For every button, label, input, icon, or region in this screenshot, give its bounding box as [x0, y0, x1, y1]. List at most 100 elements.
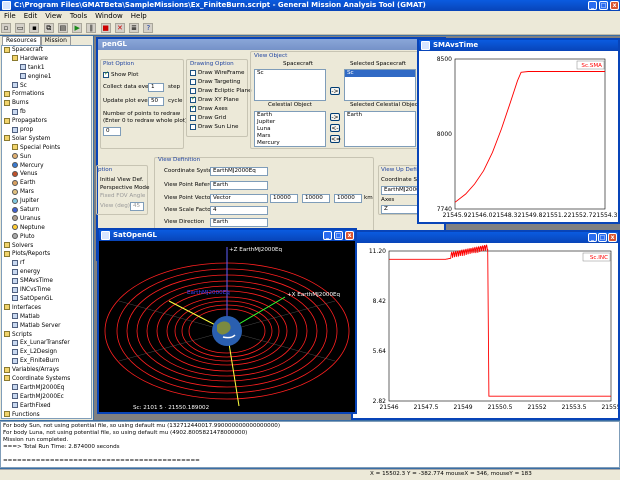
list-item[interactable]: Earth: [345, 112, 415, 119]
view-ref-select[interactable]: Earth: [210, 181, 268, 190]
tree-item[interactable]: Interfaces: [2, 304, 91, 313]
script-icon[interactable]: ≣: [129, 23, 140, 33]
close-button[interactable]: x: [610, 1, 619, 10]
draw-option-checkbox[interactable]: [190, 88, 196, 94]
tree-item[interactable]: Solar System: [2, 135, 91, 144]
tree-item[interactable]: Ex_L2Design: [2, 348, 91, 357]
tree-item[interactable]: Mars: [2, 188, 91, 197]
tree-item[interactable]: Earth: [2, 179, 91, 188]
show-plot-checkbox[interactable]: [103, 70, 109, 78]
tree-item[interactable]: EarthMJ2000Ec: [2, 393, 91, 402]
help-icon[interactable]: ?: [143, 23, 154, 33]
list-item[interactable]: Jupiter: [255, 119, 325, 126]
menu-window[interactable]: Window: [91, 12, 127, 20]
direction-select[interactable]: Earth: [210, 218, 268, 227]
menu-file[interactable]: File: [0, 12, 20, 20]
paste-icon[interactable]: ▤: [57, 23, 68, 33]
tree-item[interactable]: Sun: [2, 153, 91, 162]
gl-maximize-button[interactable]: □: [334, 231, 343, 240]
tree-item[interactable]: Solvers: [2, 242, 91, 251]
tree-item[interactable]: Coordinate Systems: [2, 375, 91, 384]
stop-icon[interactable]: ■: [100, 23, 111, 33]
draw-option-checkbox[interactable]: [190, 124, 196, 130]
tree-item[interactable]: SMAvsTime: [2, 277, 91, 286]
tree-item[interactable]: Sc: [2, 82, 91, 91]
inc-minimize-button[interactable]: _: [588, 233, 597, 242]
tree-item[interactable]: Plots/Reports: [2, 250, 91, 259]
tree-item[interactable]: EarthFixed: [2, 402, 91, 411]
copy-icon[interactable]: ⧉: [43, 23, 54, 33]
tree-item[interactable]: Saturn: [2, 206, 91, 215]
menu-edit[interactable]: Edit: [20, 12, 42, 20]
tree-item[interactable]: Spacecraft: [2, 46, 91, 55]
open-icon[interactable]: ▭: [15, 23, 26, 33]
tree-item[interactable]: INCvsTime: [2, 286, 91, 295]
tree-item[interactable]: SatOpenGL: [2, 295, 91, 304]
vec-z-input[interactable]: 10000: [334, 194, 362, 203]
remove-all-co-button[interactable]: <=: [330, 135, 341, 143]
draw-option-checkbox[interactable]: [190, 70, 196, 76]
tree-item[interactable]: Matlab Server: [2, 322, 91, 331]
move-right-co-button[interactable]: ->: [330, 113, 340, 121]
draw-option-checkbox[interactable]: [190, 115, 196, 121]
minimize-button[interactable]: _: [588, 1, 597, 10]
vec-y-input[interactable]: 10000: [302, 194, 330, 203]
new-icon[interactable]: ▫: [1, 23, 11, 33]
gl-minimize-button[interactable]: _: [323, 231, 332, 240]
tree-item[interactable]: prop: [2, 126, 91, 135]
list-item[interactable]: Sc: [255, 70, 325, 77]
close-all-icon[interactable]: ✕: [114, 23, 125, 33]
tree-item[interactable]: Burns: [2, 99, 91, 108]
tab-resources[interactable]: Resources: [2, 36, 41, 45]
fov-input[interactable]: 45: [130, 202, 144, 211]
tree-item[interactable]: Pluto: [2, 233, 91, 242]
move-right-button[interactable]: ->: [330, 87, 340, 95]
collect-input[interactable]: 1: [148, 83, 164, 92]
menu-help[interactable]: Help: [127, 12, 151, 20]
orbit-view[interactable]: [99, 241, 355, 412]
tree-item[interactable]: Jupiter: [2, 197, 91, 206]
tree-item[interactable]: engine1: [2, 73, 91, 82]
tree-item[interactable]: Variables/Arrays: [2, 366, 91, 375]
vec-x-input[interactable]: 10000: [270, 194, 298, 203]
tree-item[interactable]: Formations: [2, 90, 91, 99]
tree-item[interactable]: energy: [2, 268, 91, 277]
tree-item[interactable]: Ex_FiniteBurn: [2, 357, 91, 366]
tree-item[interactable]: Special Points: [2, 144, 91, 153]
selected-celestial-list[interactable]: Earth: [344, 111, 416, 147]
celestial-list[interactable]: Earth Jupiter Luna Mars Mercury: [254, 111, 326, 147]
inc-close-button[interactable]: x: [608, 233, 617, 242]
redraw-input[interactable]: 0: [103, 127, 121, 136]
menu-view[interactable]: View: [41, 12, 66, 20]
tree-item[interactable]: Scripts: [2, 331, 91, 340]
tree-item[interactable]: Venus: [2, 170, 91, 179]
list-item[interactable]: Luna: [255, 126, 325, 133]
menu-tools[interactable]: Tools: [66, 12, 91, 20]
tree-item[interactable]: fb: [2, 108, 91, 117]
list-item[interactable]: Mars: [255, 133, 325, 140]
save-icon[interactable]: ▪: [29, 23, 40, 33]
coord-system-select[interactable]: EarthMJ2000Eq: [210, 167, 268, 176]
pause-icon[interactable]: ∥: [86, 23, 97, 33]
tree-item[interactable]: Functions: [2, 411, 91, 418]
maximize-button[interactable]: □: [599, 1, 608, 10]
tab-mission[interactable]: Mission: [40, 36, 71, 45]
tree-item[interactable]: Ex_LunarTransfer: [2, 339, 91, 348]
draw-option-checkbox[interactable]: [190, 95, 196, 103]
update-input[interactable]: 50: [148, 97, 164, 106]
tree-item[interactable]: Propagators: [2, 117, 91, 126]
list-item[interactable]: Mercury: [255, 140, 325, 146]
draw-option-checkbox[interactable]: [190, 79, 196, 85]
tree-item[interactable]: rf: [2, 259, 91, 268]
tree-item[interactable]: Hardware: [2, 55, 91, 64]
list-item[interactable]: Earth: [255, 112, 325, 119]
run-icon[interactable]: ▶: [72, 23, 83, 33]
tree-item[interactable]: Uranus: [2, 215, 91, 224]
tree-item[interactable]: Mercury: [2, 162, 91, 171]
gl-close-button[interactable]: x: [345, 231, 354, 240]
spacecraft-list[interactable]: Sc: [254, 69, 326, 101]
tree-item[interactable]: EarthMJ2000Eq: [2, 384, 91, 393]
draw-option-checkbox[interactable]: [190, 104, 196, 112]
selected-spacecraft-list[interactable]: Sc: [344, 69, 416, 101]
move-left-co-button[interactable]: <-: [330, 124, 340, 132]
